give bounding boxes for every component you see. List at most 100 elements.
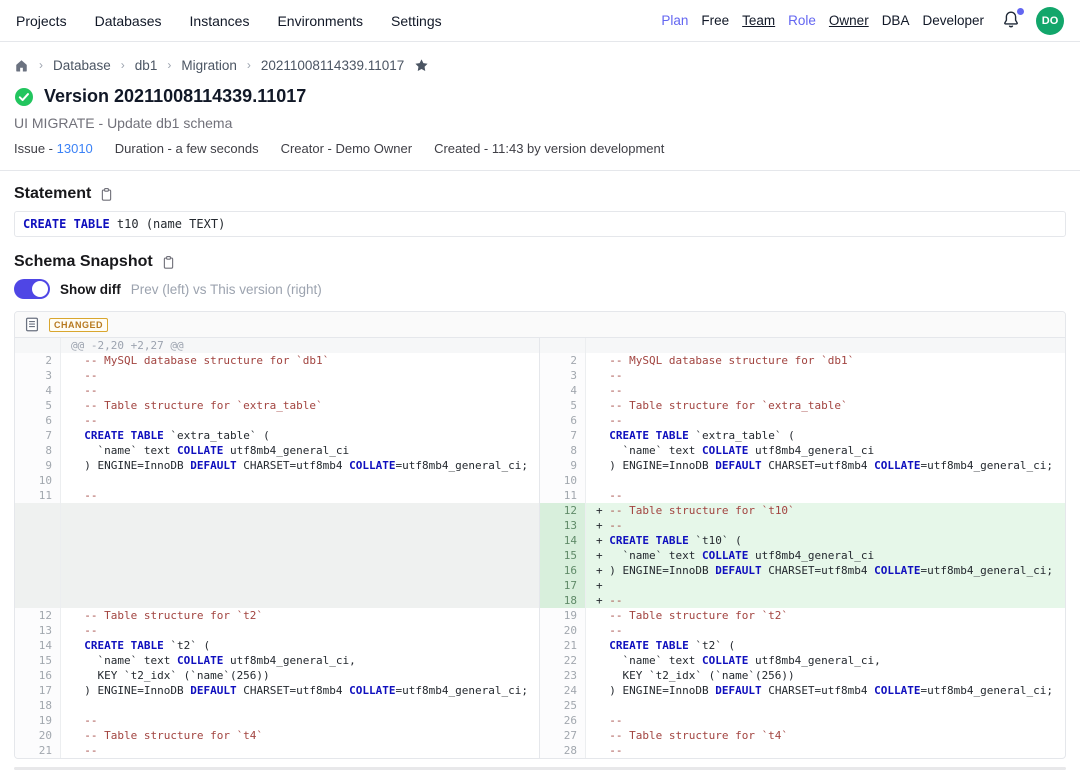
diff-line-code: -- (586, 713, 1065, 728)
line-number: 20 (15, 728, 61, 743)
code-segment: CREATE TABLE (609, 639, 688, 652)
line-number: 21 (540, 638, 586, 653)
diff-line: 14 CREATE TABLE `t2` ( (15, 638, 539, 653)
code-segment (596, 639, 609, 652)
code-segment: utf8mb4_general_ci (748, 549, 874, 562)
code-segment (71, 429, 84, 442)
line-number: 6 (540, 413, 586, 428)
line-number: 14 (540, 533, 586, 548)
diff-line: 2 -- MySQL database structure for `db1` (15, 353, 539, 368)
line-number: 8 (15, 443, 61, 458)
nav-item-instances[interactable]: Instances (190, 13, 250, 29)
diff-line: 20 -- (540, 623, 1065, 638)
nav-item-databases[interactable]: Databases (95, 13, 162, 29)
diff-line: 15 `name` text COLLATE utf8mb4_general_c… (15, 653, 539, 668)
diff-line-code: -- (586, 383, 1065, 398)
diff-line-code: CREATE TABLE `t2` ( (586, 638, 1065, 653)
meta-label: Issue - (14, 141, 57, 156)
diff-line: 17 ) ENGINE=InnoDB DEFAULT CHARSET=utf8m… (15, 683, 539, 698)
copy-icon[interactable] (99, 187, 114, 202)
nav-item-settings[interactable]: Settings (391, 13, 442, 29)
diff-line: 9 ) ENGINE=InnoDB DEFAULT CHARSET=utf8mb… (15, 458, 539, 473)
code-segment: =utf8mb4_general_ci; (921, 684, 1053, 697)
breadcrumb-item-1[interactable]: Database (53, 58, 111, 73)
line-number: 25 (540, 698, 586, 713)
diff-line-code: -- (61, 413, 539, 428)
line-number: 3 (540, 368, 586, 383)
main-nav-items: Projects Databases Instances Environments Se… (16, 13, 442, 29)
line-number: 17 (15, 683, 61, 698)
statement-sql[interactable]: CREATE TABLE t10 (name TEXT) (14, 211, 1066, 237)
notification-bell-button[interactable] (1001, 10, 1023, 32)
diff-line: 6 -- (15, 413, 539, 428)
chevron-separator: › (121, 58, 125, 72)
diff-line-code: KEY `t2_idx` (`name`(256)) (586, 668, 1065, 683)
diff-line: 16 KEY `t2_idx` (`name`(256)) (15, 668, 539, 683)
code-segment: -- Table structure for `t10` (609, 504, 794, 517)
line-number: 4 (15, 383, 61, 398)
nav-right-free: Free (701, 13, 729, 28)
line-number: 7 (540, 428, 586, 443)
code-segment: -- (609, 519, 622, 532)
code-segment: `name` text (596, 654, 702, 667)
diff-line: 18 (15, 698, 539, 713)
diff-line-code: -- MySQL database structure for `db1` (586, 353, 1065, 368)
diff-line: 13 -- (15, 623, 539, 638)
file-icon (25, 317, 39, 332)
diff-line-code: + -- (586, 518, 1065, 533)
issue-link[interactable]: 13010 (57, 141, 93, 156)
code-segment: COLLATE (349, 684, 395, 697)
line-number: 18 (15, 698, 61, 713)
breadcrumb-item-2[interactable]: db1 (135, 58, 158, 73)
nav-item-environments[interactable]: Environments (277, 13, 363, 29)
code-segment: ) ENGINE=InnoDB (71, 459, 190, 472)
code-segment: -- Table structure for `t2` (596, 609, 788, 622)
notification-dot (1017, 8, 1024, 15)
diff-line: 10 (15, 473, 539, 488)
nav-right-team[interactable]: Team (742, 13, 775, 28)
breadcrumb-item-4: 20211008114339.11017 (261, 58, 404, 73)
line-number: 12 (15, 608, 61, 623)
code-segment: CHARSET=utf8mb4 (237, 684, 350, 697)
code-segment (596, 429, 609, 442)
diff-line-code: `name` text COLLATE utf8mb4_general_ci (586, 443, 1065, 458)
statement-heading-label: Statement (14, 185, 91, 203)
diff-line-code: ) ENGINE=InnoDB DEFAULT CHARSET=utf8mb4 … (586, 683, 1065, 698)
code-segment: -- Table structure for `t4` (596, 729, 788, 742)
diff-line-code (586, 698, 1065, 713)
copy-icon[interactable] (161, 255, 176, 270)
schema-diff-panel: CHANGED @@ -2,20 +2,27 @@2 -- MySQL data… (14, 311, 1066, 759)
show-diff-label: Show diff (60, 282, 121, 297)
nav-item-projects[interactable]: Projects (16, 13, 67, 29)
nav-right-plan: Plan (661, 13, 688, 28)
diff-line: 10 (540, 473, 1065, 488)
avatar[interactable]: DO (1036, 7, 1064, 35)
horizontal-scrollbar[interactable] (14, 767, 1066, 770)
section-divider (0, 170, 1080, 171)
diff-line: 26 -- (540, 713, 1065, 728)
code-segment: COLLATE (702, 549, 748, 562)
code-segment: COLLATE (349, 459, 395, 472)
code-segment: -- Table structure for `extra_table` (596, 399, 848, 412)
line-number: 22 (540, 653, 586, 668)
breadcrumb-item-3[interactable]: Migration (181, 58, 237, 73)
diff-line-code: -- (61, 368, 539, 383)
code-segment: -- Table structure for `t4` (71, 729, 263, 742)
code-segment: `t10` ( (689, 534, 742, 547)
line-number: 4 (540, 383, 586, 398)
diff-line-code: + ) ENGINE=InnoDB DEFAULT CHARSET=utf8mb… (586, 563, 1065, 578)
star-icon[interactable] (414, 58, 429, 73)
line-number (540, 338, 586, 353)
code-segment: -- (71, 414, 98, 427)
nav-right-owner[interactable]: Owner (829, 13, 869, 28)
nav-right: PlanFreeTeamRoleOwnerDBADeveloper DO (661, 7, 1064, 35)
statement-section-heading: Statement (14, 185, 1066, 203)
code-segment: + (596, 594, 609, 607)
show-diff-toggle[interactable] (14, 279, 50, 299)
code-segment: -- MySQL database structure for `db1` (596, 354, 854, 367)
code-segment: + (596, 519, 609, 532)
line-number: 2 (15, 353, 61, 368)
home-icon[interactable] (14, 58, 29, 73)
code-segment: ) ENGINE=InnoDB (596, 684, 715, 697)
chevron-separator: › (167, 58, 171, 72)
